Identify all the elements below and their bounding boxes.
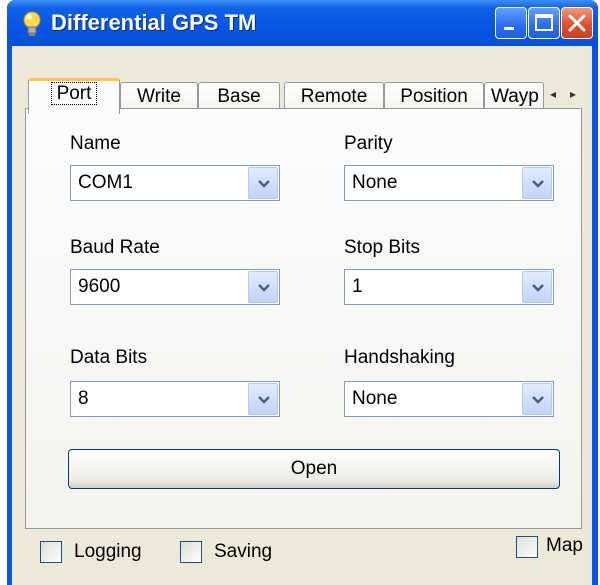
title-bar[interactable]: Differential GPS TM (7, 0, 598, 46)
minimize-button[interactable] (495, 7, 527, 39)
baud-rate-select[interactable]: 9600 (70, 269, 280, 305)
stop-bits-label: Stop Bits (344, 237, 421, 258)
data-bits-label: Data Bits (70, 347, 148, 368)
minimize-icon (504, 27, 514, 30)
baud-rate-label: Baud Rate (70, 237, 160, 258)
chevron-down-icon (258, 180, 270, 188)
data-bits-dropdown-button[interactable] (248, 383, 278, 415)
data-bits-select[interactable]: 8 (70, 381, 280, 417)
tab-port[interactable]: Port (28, 78, 120, 114)
tab-port-label: Port (50, 82, 98, 105)
stop-bits-value: 1 (352, 276, 363, 297)
saving-label: Saving (214, 541, 273, 562)
saving-checkbox[interactable] (180, 541, 202, 563)
parity-value: None (352, 172, 398, 193)
parity-dropdown-button[interactable] (522, 167, 552, 199)
data-bits-value: 8 (78, 388, 89, 409)
parity-label: Parity (344, 133, 393, 154)
stop-bits-select[interactable]: 1 (344, 269, 554, 305)
chevron-down-icon (258, 284, 270, 292)
app-window: Differential GPS TM Port Write Base Remo… (7, 0, 598, 585)
port-panel: Name COM1 Parity None Baud Rate 9600 Sto… (25, 108, 582, 529)
window-title: Differential GPS TM (51, 10, 257, 35)
name-dropdown-button[interactable] (248, 167, 278, 199)
maximize-icon (535, 14, 553, 31)
chevron-down-icon (532, 396, 544, 404)
handshaking-value: None (352, 388, 398, 409)
baud-rate-dropdown-button[interactable] (248, 271, 278, 303)
name-value: COM1 (78, 172, 133, 193)
map-checkbox[interactable] (516, 536, 538, 558)
name-label: Name (70, 133, 121, 154)
open-button[interactable]: Open (68, 449, 560, 489)
logging-checkbox[interactable] (40, 541, 62, 563)
handshaking-label: Handshaking (344, 347, 455, 368)
name-select[interactable]: COM1 (70, 165, 280, 201)
chevron-down-icon (532, 284, 544, 292)
close-button[interactable] (561, 7, 593, 39)
tab-strip: Port Write Base Remote Position Wayp ◂ ▸ (12, 78, 592, 114)
baud-rate-value: 9600 (78, 276, 121, 297)
maximize-button[interactable] (528, 7, 560, 39)
map-label: Map (546, 535, 583, 556)
tab-scroll-left-icon[interactable]: ◂ (544, 84, 562, 104)
tab-scroll-right-icon[interactable]: ▸ (564, 84, 582, 104)
stop-bits-dropdown-button[interactable] (522, 271, 552, 303)
chevron-down-icon (258, 396, 270, 404)
close-icon (568, 14, 586, 32)
handshaking-dropdown-button[interactable] (522, 383, 552, 415)
client-area: Port Write Base Remote Position Wayp ◂ ▸… (12, 46, 592, 585)
chevron-down-icon (532, 180, 544, 188)
lightbulb-icon (23, 11, 41, 36)
handshaking-select[interactable]: None (344, 381, 554, 417)
logging-label: Logging (74, 541, 142, 562)
parity-select[interactable]: None (344, 165, 554, 201)
